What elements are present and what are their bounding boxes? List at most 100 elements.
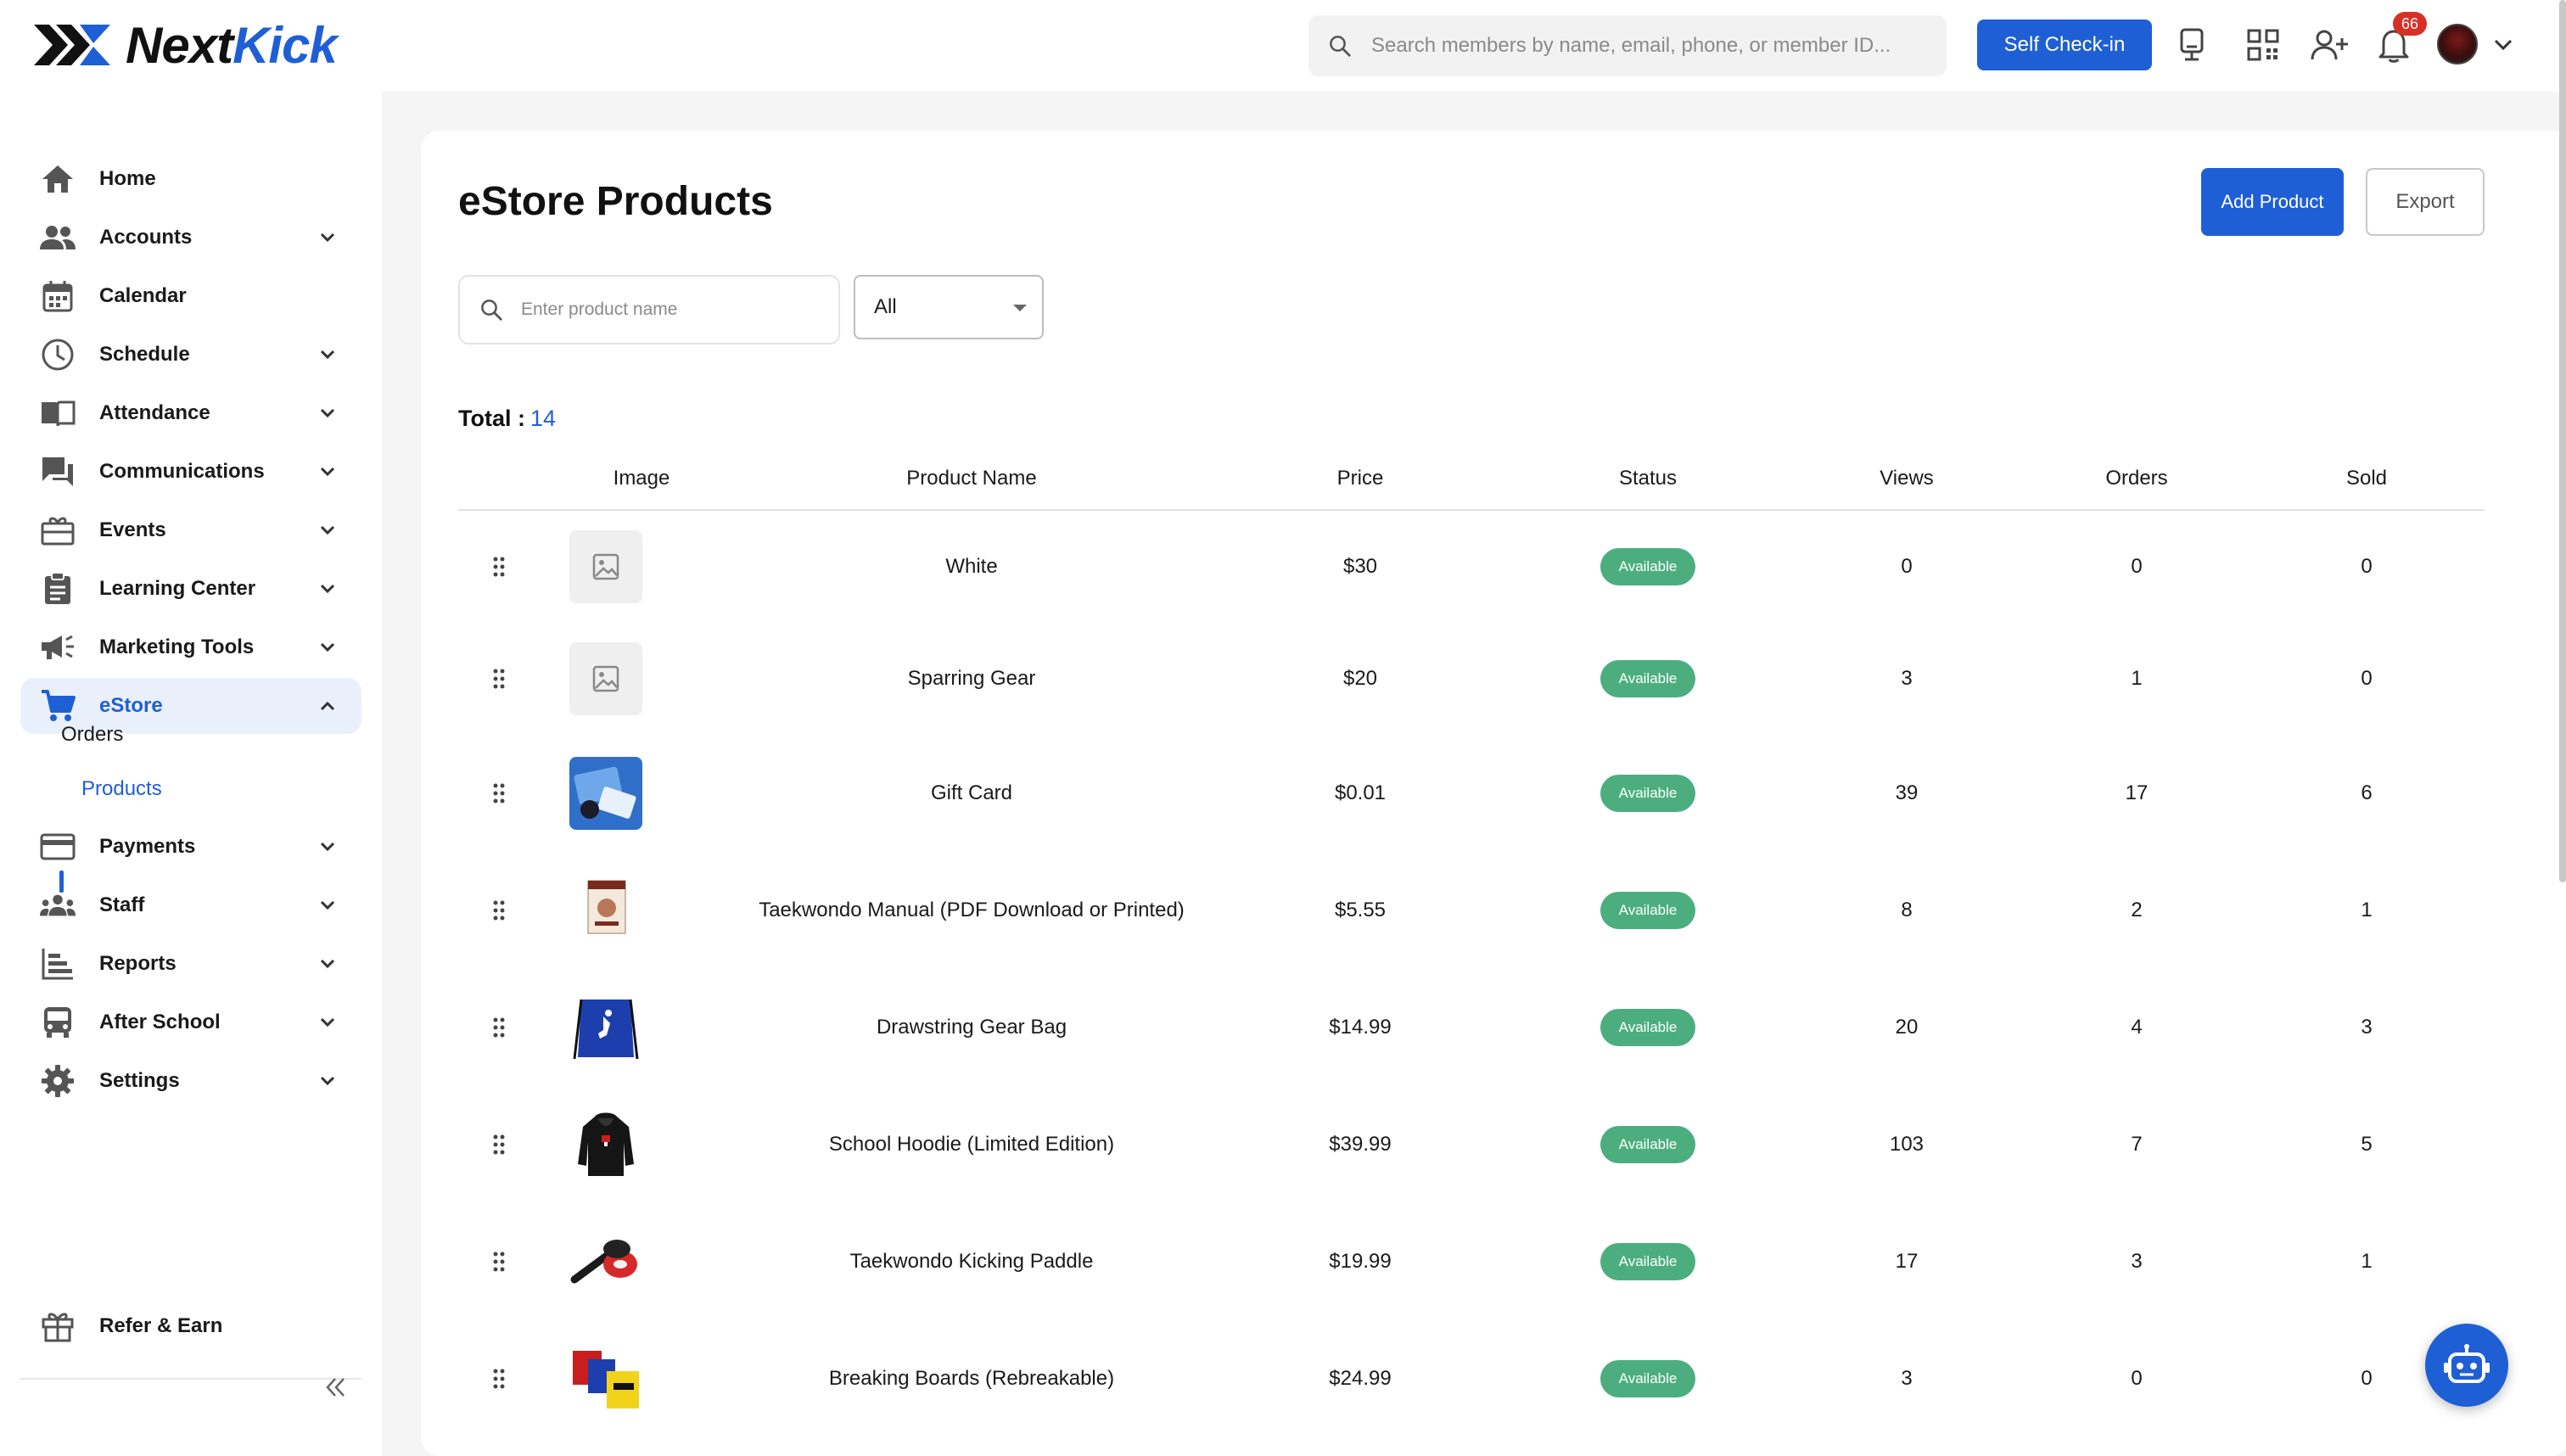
product-price: $39.99 — [1329, 1133, 1392, 1156]
status-badge: Available — [1600, 660, 1695, 697]
column-header-views[interactable]: Views — [1880, 467, 1934, 490]
table-row[interactable]: Taekwondo Manual (PDF Download or Printe… — [458, 860, 2485, 961]
sidebar-item-attendance[interactable]: Attendance — [20, 385, 361, 441]
status-filter-select[interactable]: All — [854, 275, 1044, 339]
drag-handle-icon[interactable] — [491, 1134, 507, 1156]
collapse-sidebar-icon[interactable] — [322, 1375, 348, 1400]
sidebar-item-learning-center[interactable]: Learning Center — [20, 561, 361, 617]
sidebar-item-label: Calendar — [99, 284, 187, 307]
product-price: $19.99 — [1329, 1250, 1392, 1273]
chevron-down-icon — [320, 525, 335, 535]
product-name[interactable]: Taekwondo Manual (PDF Download or Printe… — [759, 899, 1185, 922]
sidebar-item-events[interactable]: Events — [20, 502, 361, 558]
product-views: 8 — [1901, 899, 1913, 921]
kiosk-icon[interactable] — [2171, 24, 2213, 66]
table-row[interactable]: Drawstring Gear Bag $14.99 Available 20 … — [458, 977, 2485, 1078]
status-badge: Available — [1600, 1126, 1695, 1163]
sidebar-item-label: Payments — [99, 835, 196, 858]
export-button[interactable]: Export — [2366, 168, 2485, 236]
chevron-down-icon — [320, 842, 335, 852]
image-placeholder-icon — [592, 665, 619, 692]
sidebar-item-payments[interactable]: Payments — [20, 819, 361, 875]
sidebar-item-label: Events — [99, 518, 166, 541]
sidebar-item-communications[interactable]: Communications — [20, 444, 361, 500]
table-row[interactable]: White $30 Available 0 0 0 — [458, 516, 2485, 618]
chatbot-button[interactable] — [2425, 1324, 2508, 1407]
self-checkin-button[interactable]: Self Check-in — [1977, 20, 2152, 70]
product-sold: 0 — [2361, 667, 2373, 690]
sidebar-subitem-products[interactable]: Products — [81, 777, 162, 801]
sidebar-item-home[interactable]: Home — [20, 151, 361, 207]
total-count: Total :14 — [458, 406, 556, 432]
add-product-button[interactable]: Add Product — [2201, 168, 2344, 236]
search-icon — [481, 300, 502, 321]
sidebar-item-schedule[interactable]: Schedule — [20, 327, 361, 383]
product-image-gear-bag — [569, 991, 642, 1064]
product-views: 3 — [1901, 1367, 1913, 1390]
logo-text: NextKick — [126, 16, 338, 75]
drag-handle-icon[interactable] — [491, 1251, 507, 1273]
product-orders: 1 — [2131, 667, 2143, 690]
people-icon — [39, 219, 76, 256]
sidebar-item-label: Settings — [99, 1069, 180, 1092]
group-icon — [39, 887, 76, 924]
avatar[interactable] — [2437, 24, 2478, 64]
add-person-icon[interactable] — [2308, 24, 2350, 66]
chevron-down-icon[interactable] — [2486, 24, 2520, 66]
table-row[interactable]: School Hoodie (Limited Edition) $39.99 A… — [458, 1094, 2485, 1196]
table-row[interactable]: Sparring Gear $20 Available 3 1 0 — [458, 628, 2485, 730]
product-price: $5.55 — [1334, 899, 1387, 921]
sidebar-item-calendar[interactable]: Calendar — [20, 268, 361, 324]
product-price: $0.01 — [1334, 781, 1387, 804]
drag-handle-icon[interactable] — [491, 1368, 507, 1390]
page-scrollbar[interactable] — [2559, 0, 2566, 882]
column-header-orders[interactable]: Orders — [2105, 467, 2167, 490]
product-name[interactable]: White — [945, 555, 997, 579]
product-name[interactable]: Taekwondo Kicking Paddle — [850, 1250, 1094, 1274]
table-row[interactable]: Gift Card $0.01 Available 39 17 6 — [458, 742, 2485, 844]
column-header-sold[interactable]: Sold — [2346, 467, 2387, 490]
drag-handle-icon[interactable] — [491, 899, 507, 921]
nextkick-logo[interactable]: NextKick — [31, 15, 338, 75]
drag-handle-icon[interactable] — [491, 1016, 507, 1039]
sidebar-item-marketing-tools[interactable]: Marketing Tools — [20, 619, 361, 675]
top-bar: NextKick Self Check-in 66 — [0, 0, 2566, 92]
product-search-box[interactable] — [458, 275, 840, 344]
column-header-product-name[interactable]: Product Name — [906, 467, 1036, 490]
member-search-box[interactable] — [1308, 15, 1947, 76]
sidebar-item-reports[interactable]: Reports — [20, 936, 361, 992]
chevron-down-icon — [320, 642, 335, 652]
member-search-input[interactable] — [1371, 34, 1897, 58]
table-row[interactable]: Taekwondo Kicking Paddle $19.99 Availabl… — [458, 1211, 2485, 1313]
sidebar-subitem-orders[interactable]: Orders — [61, 723, 123, 747]
column-header-price[interactable]: Price — [1337, 467, 1384, 490]
clock-icon — [39, 336, 76, 373]
drag-handle-icon[interactable] — [491, 556, 507, 578]
column-header-status[interactable]: Status — [1619, 467, 1677, 490]
table-row[interactable]: Breaking Boards (Rebreakable) $24.99 Ava… — [458, 1328, 2485, 1430]
qr-code-icon[interactable] — [2242, 24, 2284, 66]
product-image-hoodie — [569, 1108, 642, 1181]
chevron-down-icon — [320, 232, 335, 243]
product-name[interactable]: Breaking Boards (Rebreakable) — [829, 1367, 1114, 1391]
product-name[interactable]: Gift Card — [931, 781, 1012, 805]
chevron-down-icon — [320, 1017, 335, 1028]
product-search-input[interactable] — [521, 300, 810, 320]
total-value: 14 — [529, 406, 557, 431]
column-header-image[interactable]: Image — [613, 467, 670, 490]
home-icon — [39, 160, 76, 198]
sidebar-item-after-school[interactable]: After School — [20, 994, 361, 1050]
drag-handle-icon[interactable] — [491, 668, 507, 690]
image-placeholder-icon — [592, 553, 619, 580]
product-name[interactable]: School Hoodie (Limited Edition) — [829, 1133, 1114, 1156]
chevron-up-icon — [320, 701, 335, 711]
sidebar-item-refer-earn[interactable]: Refer & Earn — [20, 1298, 361, 1354]
chevron-down-icon — [320, 1076, 335, 1086]
megaphone-icon — [39, 629, 76, 666]
drag-handle-icon[interactable] — [491, 782, 507, 804]
product-name[interactable]: Sparring Gear — [908, 667, 1036, 691]
sidebar-item-settings[interactable]: Settings — [20, 1053, 361, 1109]
product-name[interactable]: Drawstring Gear Bag — [877, 1016, 1067, 1039]
sidebar-item-accounts[interactable]: Accounts — [20, 210, 361, 266]
sidebar-item-staff[interactable]: Staff — [20, 877, 361, 933]
